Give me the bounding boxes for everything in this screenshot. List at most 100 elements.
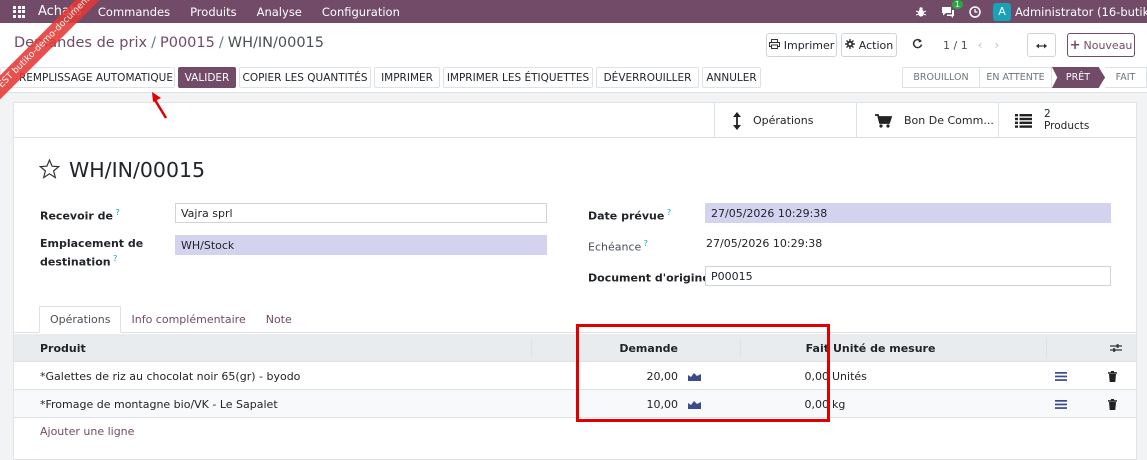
breadcrumb-separator: / [218,35,224,51]
products-count: 2 [1044,108,1051,120]
row-demand[interactable]: 10,00 [614,390,679,418]
column-demand[interactable]: Demande [574,334,678,362]
destination-field[interactable]: WH/Stock [175,235,547,255]
row-uom[interactable]: kg [832,390,845,418]
column-uom[interactable]: Unité de mesure [833,334,935,362]
origin-doc-label: Document d'origine ? [588,270,717,285]
row-done[interactable]: 0,00 [784,362,830,390]
breadcrumb-parent[interactable]: P00015 [160,35,215,51]
purchase-order-label: Bon De Comm... [904,114,994,127]
purchase-order-smart-button[interactable]: Bon De Comm... [856,103,998,138]
record-title: WH/IN/00015 [69,158,206,182]
deadline-label: Echéance ? [588,239,649,254]
row-uom[interactable]: Unités [832,362,867,390]
record-title-row: WH/IN/00015 [38,157,206,182]
column-divider [740,338,741,358]
column-divider [1046,338,1047,358]
plus-icon: + [1069,37,1081,53]
table-row[interactable]: *Galettes de riz au chocolat noir 65(gr)… [14,362,1136,390]
products-label: Products [1044,120,1090,132]
operations-smart-button[interactable]: Opérations [714,103,856,138]
list-icon [1015,113,1032,128]
chevron-right-icon[interactable]: › [995,38,1000,52]
print-labels-button[interactable]: IMPRIMER LES ÉTIQUETTES [443,67,593,88]
products-smart-button[interactable]: 2 Products [998,103,1136,138]
refresh-icon[interactable] [912,38,923,52]
details-list-icon[interactable] [1055,362,1067,390]
column-settings-icon[interactable] [1110,334,1122,362]
avatar[interactable]: A [993,2,1011,21]
new-label: Nouveau [1083,38,1133,52]
annotation-arrow-icon [150,92,168,123]
print-label: Imprimer [783,38,835,52]
action-buttons-row: REMPLISSAGE AUTOMATIQUE VALIDER COPIER L… [0,67,761,88]
arrows-vertical-icon [733,111,741,130]
scheduled-date-field[interactable]: 27/05/2026 10:29:38 [705,203,1111,223]
cancel-button[interactable]: ANNULER [702,67,761,88]
validate-button[interactable]: VALIDER [178,67,236,88]
expand-width-button[interactable] [1027,33,1056,57]
status-bar: BROUILLON EN ATTENTE PRÊT FAIT [902,67,1147,88]
arrows-horizontal-icon [1036,39,1047,52]
forecast-chart-icon[interactable] [688,362,701,390]
bug-icon[interactable] [909,0,933,23]
deadline-value: 27/05/2026 10:29:38 [706,237,823,250]
origin-doc-field[interactable]: P00015 [705,266,1111,286]
add-line-link[interactable]: Ajouter une ligne [40,425,134,438]
stage-ready[interactable]: PRÊT [1052,67,1105,88]
chevron-left-icon[interactable]: ‹ [978,38,983,52]
receive-from-field[interactable]: Vajra sprl [175,203,547,223]
operations-label: Opérations [753,114,814,127]
print-action-button[interactable]: IMPRIMER [374,67,440,88]
star-icon[interactable] [38,157,61,182]
menu-commandes[interactable]: Commandes [98,5,170,19]
unlock-button[interactable]: DÉVERROUILLER [596,67,699,88]
row-product[interactable]: *Galettes de riz au chocolat noir 65(gr)… [40,362,300,390]
print-button[interactable]: Imprimer [766,33,837,57]
smart-buttons-row: Opérations Bon De Comm... 2 Products [14,103,1136,138]
notebook-tabs: Opérations Info complémentaire Note [39,306,302,333]
gear-icon [844,38,855,52]
tab-extra-info[interactable]: Info complémentaire [121,306,255,333]
menu-analyse[interactable]: Analyse [257,5,302,19]
copy-quantities-button[interactable]: COPIER LES QUANTITÉS [239,67,371,88]
user-name[interactable]: Administrator (16-butiko-demo-documentat… [1015,5,1147,19]
chat-icon[interactable]: 1 [933,0,963,23]
tab-operations[interactable]: Opérations [39,306,122,333]
column-product[interactable]: Produit [40,334,86,362]
column-done[interactable]: Fait [774,334,829,362]
stage-done[interactable]: FAIT [1105,67,1147,88]
pager-value[interactable]: 1 / 1 [943,39,968,52]
scheduled-date-label: Date prévue ? [588,208,672,223]
details-list-icon[interactable] [1055,390,1067,418]
table-header: Produit Demande Fait Unité de mesure [14,334,1136,362]
new-button[interactable]: + Nouveau [1067,33,1135,57]
apps-menu-icon[interactable] [0,0,38,23]
destination-label: Emplacement de destination ? [40,237,144,269]
action-button[interactable]: Action [841,33,897,57]
breadcrumb-separator: / [151,35,156,51]
chat-badge: 1 [951,0,963,9]
breadcrumb-current: WH/IN/00015 [227,35,325,51]
forecast-chart-icon[interactable] [688,390,701,418]
shopping-cart-icon [875,113,892,128]
tab-note[interactable]: Note [256,306,302,333]
trash-icon[interactable] [1108,362,1117,390]
column-divider [531,338,532,358]
receive-from-label: Recevoir de ? [40,208,120,223]
table-row[interactable]: *Fromage de montagne bio/VK - Le Sapalet… [14,390,1136,418]
menu-produits[interactable]: Produits [190,5,237,19]
trash-icon[interactable] [1108,390,1117,418]
pager: 1 / 1 ‹ › [912,33,999,57]
stage-draft[interactable]: BROUILLON [902,67,980,88]
stage-waiting[interactable]: EN ATTENTE [980,67,1052,88]
action-label: Action [858,38,894,52]
menu-configuration[interactable]: Configuration [322,5,400,19]
printer-icon [768,38,780,52]
row-demand[interactable]: 20,00 [614,362,679,390]
top-navbar: Achats Commandes Produits Analyse Config… [0,0,1147,23]
clock-icon[interactable] [963,0,987,23]
row-done[interactable]: 0,00 [784,390,830,418]
row-product[interactable]: *Fromage de montagne bio/VK - Le Sapalet [40,390,278,418]
products-text: 2 Products [1044,108,1090,133]
